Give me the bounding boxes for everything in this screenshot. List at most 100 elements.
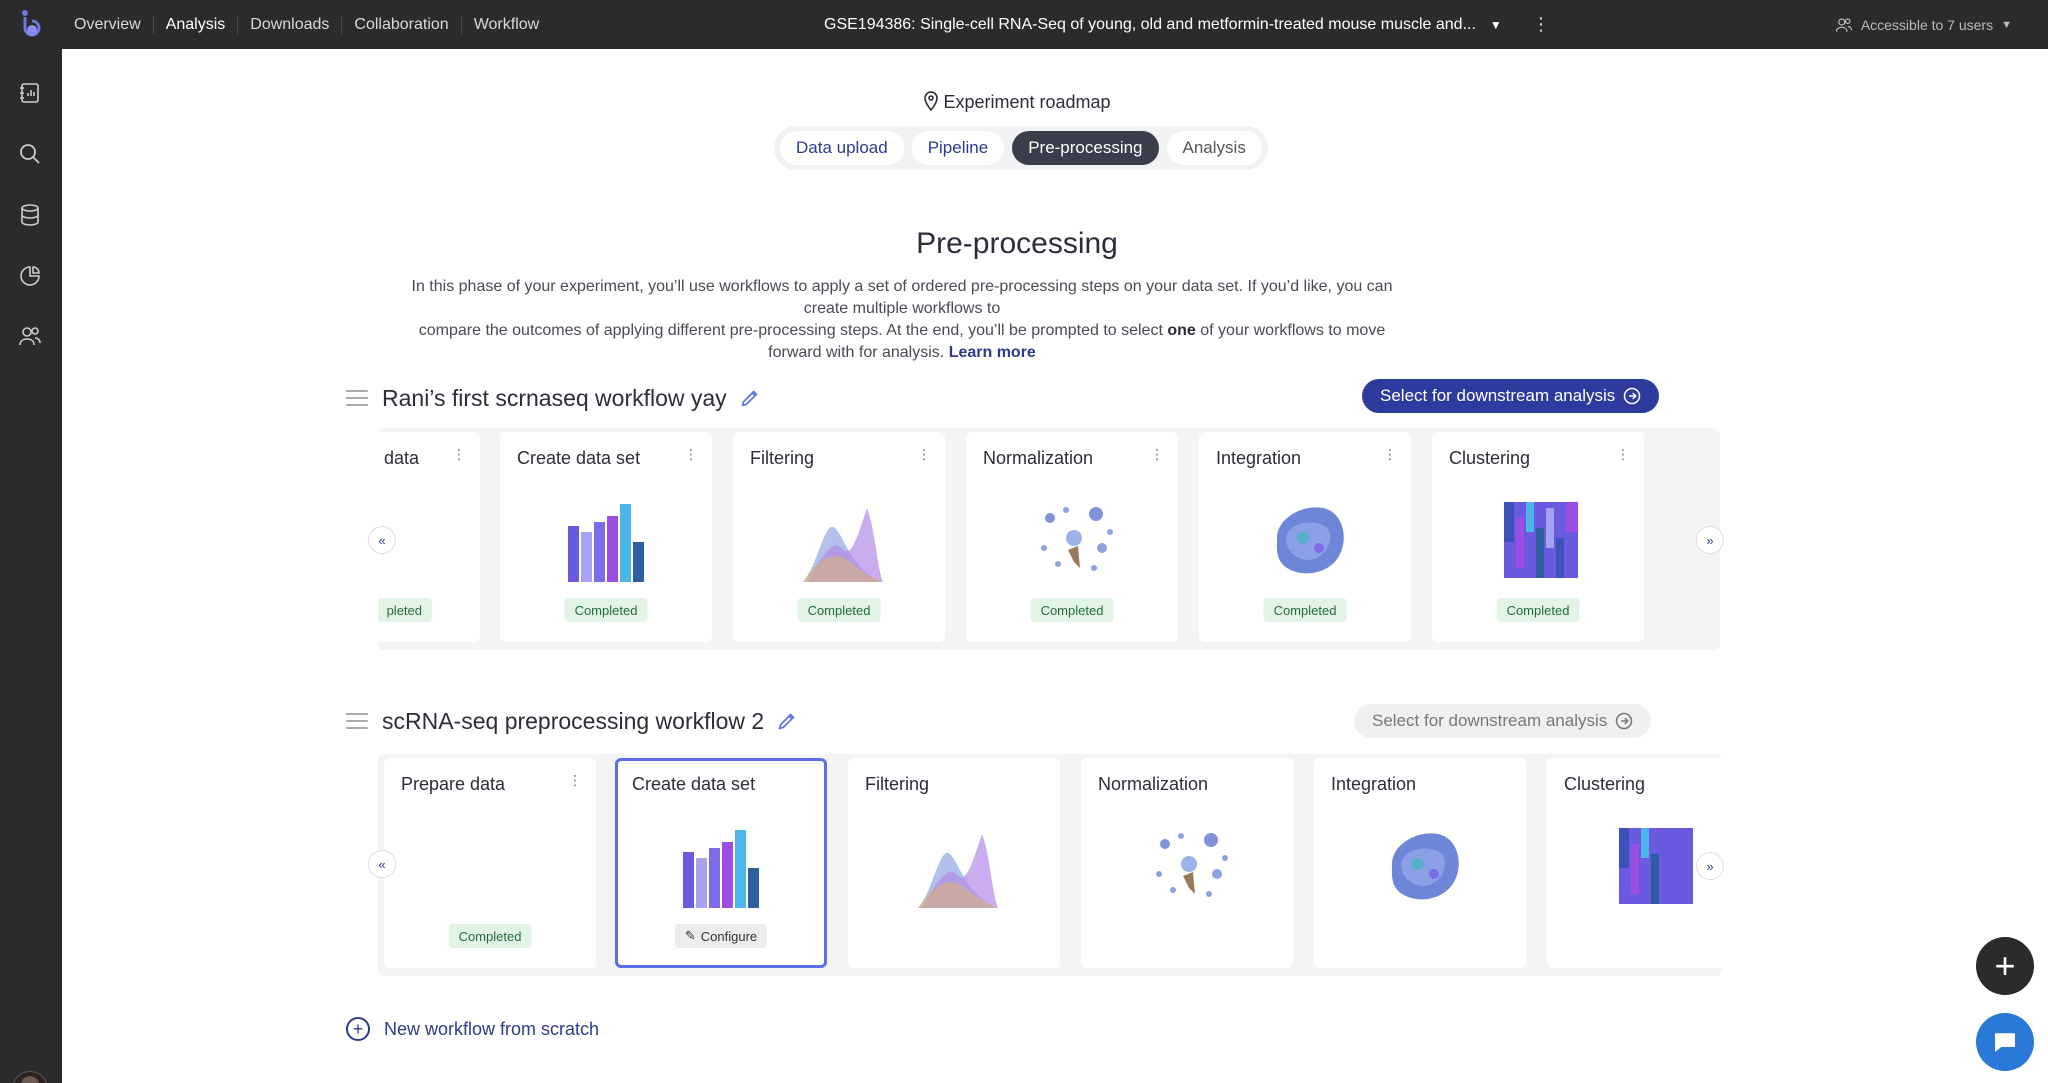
edit-pencil-icon[interactable]: [739, 387, 761, 409]
scroll-right-button[interactable]: »: [1696, 852, 1724, 880]
experiment-title: GSE194386: Single-cell RNA-Seq of young,…: [824, 15, 1476, 33]
top-bar: Overview Analysis Downloads Collaboratio…: [0, 0, 2048, 49]
experiment-title-dropdown[interactable]: GSE194386: Single-cell RNA-Seq of young,…: [824, 0, 1502, 49]
step-pipeline[interactable]: Pipeline: [911, 131, 1005, 165]
arrow-right-circle-icon: [1616, 712, 1633, 730]
nav-overview[interactable]: Overview: [62, 15, 154, 34]
search-icon[interactable]: [16, 140, 44, 168]
access-indicator[interactable]: Accessible to 7 users ▼: [1835, 0, 2012, 49]
roadmap-stepper: Data upload Pipeline Pre-processing Anal…: [774, 126, 1268, 170]
access-text: Accessible to 7 users: [1860, 16, 1994, 33]
card-title: Clustering: [1449, 448, 1531, 468]
roadmap-label: Experiment roadmap: [62, 91, 1972, 113]
card-title: Integration: [1331, 774, 1417, 794]
page-title: Pre-processing: [916, 227, 1118, 260]
arrow-right-circle-icon: [1624, 387, 1641, 405]
step-pre-processing[interactable]: Pre-processing: [1012, 131, 1159, 165]
card-menu-icon[interactable]: ⋮: [1150, 446, 1164, 463]
card-menu-icon[interactable]: ⋮: [684, 446, 698, 463]
scroll-left-button[interactable]: «: [368, 850, 396, 878]
workflow-2-card-create-data-set[interactable]: Create data set ✎ Configure: [615, 758, 827, 968]
workflow-1-header: Rani’s first scrnaseq workflow yay: [346, 381, 761, 415]
workflow-1-card-create-data-set[interactable]: Create data set ⋮ Completed: [500, 432, 712, 642]
workflow-1-name: Rani’s first scrnaseq workflow yay: [382, 384, 727, 411]
bar-chart-thumbnail: [568, 504, 644, 582]
select-downstream-label: Select for downstream analysis: [1372, 711, 1608, 730]
notebook-icon[interactable]: [16, 79, 44, 107]
card-title: Normalization: [983, 448, 1094, 468]
heatmap-thumbnail: [1619, 828, 1693, 904]
avatar[interactable]: [12, 1071, 48, 1083]
bar-chart-thumbnail: [683, 830, 759, 908]
users-icon: [1835, 17, 1852, 32]
nav-workflow[interactable]: Workflow: [462, 16, 552, 34]
status-badge: Completed: [1496, 598, 1580, 622]
card-menu-icon[interactable]: ⋮: [452, 446, 466, 463]
select-downstream-button-2[interactable]: Select for downstream analysis: [1354, 704, 1652, 738]
intro-line-1: In this phase of your experiment, you’ll…: [411, 278, 1393, 317]
workflow-1-steps-track: data ⋮ pleted Create data set ⋮ Complete…: [378, 428, 1720, 650]
workflow-1-card-clustering[interactable]: Clustering ⋮ Completed: [1432, 432, 1644, 642]
select-downstream-button-1[interactable]: Select for downstream analysis: [1362, 379, 1660, 413]
add-fab-button[interactable]: +: [1976, 937, 2034, 995]
card-title: Clustering: [1564, 774, 1646, 794]
nav-downloads[interactable]: Downloads: [238, 15, 343, 34]
step-data-upload[interactable]: Data upload: [780, 131, 904, 165]
more-options-icon[interactable]: ⋮: [1532, 14, 1550, 35]
scatter-thumbnail: [1041, 507, 1113, 571]
main-nav: Overview Analysis Downloads Collaboratio…: [62, 0, 551, 49]
nav-collaboration[interactable]: Collaboration: [342, 15, 462, 34]
density-plot-thumbnail: [918, 834, 998, 908]
card-title: Normalization: [1098, 774, 1209, 794]
chat-support-button[interactable]: [1976, 1013, 2034, 1071]
learn-more-link[interactable]: Learn more: [949, 344, 1036, 361]
workflow-2-card-normalization[interactable]: Normalization: [1081, 758, 1293, 968]
nav-analysis[interactable]: Analysis: [154, 15, 239, 34]
database-icon[interactable]: [16, 201, 44, 229]
plus-circle-icon: +: [346, 1017, 370, 1041]
main-content: Experiment roadmap Data upload Pipeline …: [62, 49, 2048, 1083]
workflow-1-card-filtering[interactable]: Filtering ⋮ Completed: [733, 432, 945, 642]
workflow-2-card-prepare-data[interactable]: Prepare data ⋮ Completed: [384, 758, 596, 968]
card-menu-icon[interactable]: ⋮: [1383, 446, 1397, 463]
scroll-right-button[interactable]: »: [1696, 526, 1724, 554]
card-menu-icon[interactable]: ⋮: [917, 446, 931, 463]
chevron-down-icon: ▼: [2001, 18, 2012, 31]
users-icon[interactable]: [16, 322, 44, 350]
card-menu-icon[interactable]: ⋮: [1616, 446, 1630, 463]
workflow-2-steps-track: Prepare data ⋮ Completed Create data set…: [378, 754, 1722, 976]
roadmap-label-text: Experiment roadmap: [943, 92, 1111, 112]
configure-button[interactable]: ✎ Configure: [674, 924, 768, 948]
workflow-2-card-integration[interactable]: Integration: [1314, 758, 1526, 968]
workflow-1-card-integration[interactable]: Integration ⋮ Completed: [1199, 432, 1411, 642]
card-title: data: [384, 448, 420, 468]
card-title: Create data set: [632, 774, 756, 794]
chevron-down-icon: ▼: [1489, 17, 1502, 32]
status-badge: Completed: [448, 924, 532, 948]
card-title: Filtering: [750, 448, 815, 468]
intro-line-2a: compare the outcomes of applying differe…: [418, 322, 1163, 339]
intro-text: In this phase of your experiment, you’ll…: [402, 276, 1402, 364]
density-plot-thumbnail: [803, 508, 883, 582]
status-badge: Completed: [564, 598, 648, 622]
scroll-left-button[interactable]: «: [368, 526, 396, 554]
workflow-2-card-filtering[interactable]: Filtering: [848, 758, 1060, 968]
app-logo[interactable]: [0, 0, 62, 49]
edit-pencil-icon[interactable]: [776, 710, 798, 732]
card-title: Integration: [1216, 448, 1302, 468]
umap-thumbnail: [1276, 507, 1344, 574]
new-workflow-button[interactable]: + New workflow from scratch: [346, 1017, 599, 1041]
pie-chart-icon[interactable]: [16, 262, 44, 290]
drag-handle-icon[interactable]: [346, 390, 368, 406]
workflow-2-header: scRNA-seq preprocessing workflow 2: [346, 704, 798, 738]
drag-handle-icon[interactable]: [346, 713, 368, 729]
heatmap-thumbnail: [1504, 502, 1578, 578]
status-badge: Completed: [1263, 598, 1347, 622]
status-badge: Completed: [1030, 598, 1114, 622]
scatter-thumbnail: [1156, 833, 1228, 897]
select-downstream-label: Select for downstream analysis: [1380, 386, 1616, 405]
step-analysis[interactable]: Analysis: [1166, 131, 1262, 165]
workflow-1-card-normalization[interactable]: Normalization ⋮ Completed: [966, 432, 1178, 642]
card-menu-icon[interactable]: ⋮: [568, 772, 582, 789]
card-title: Prepare data: [401, 774, 506, 794]
